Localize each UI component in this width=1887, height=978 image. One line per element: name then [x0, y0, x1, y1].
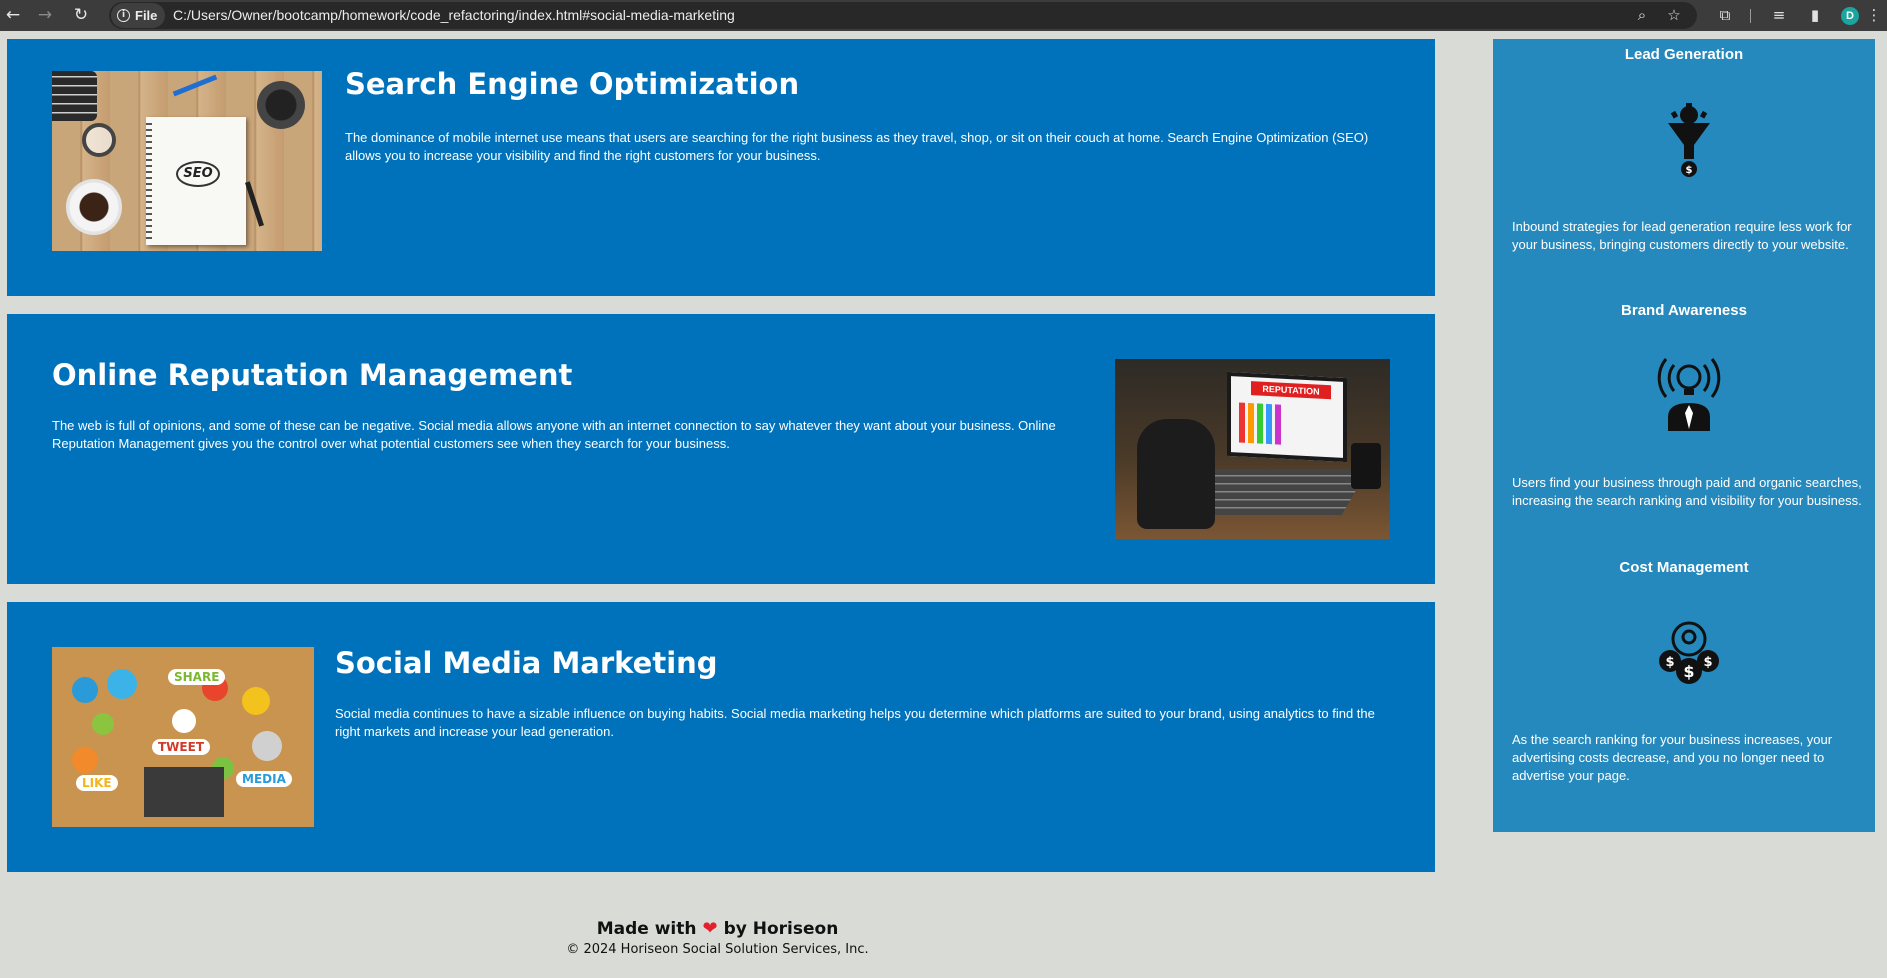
- section-title: Search Engine Optimization: [345, 67, 800, 101]
- site-info-label: File: [135, 8, 158, 23]
- zoom-icon[interactable]: ⌕: [1632, 5, 1652, 25]
- forward-arrow-icon[interactable]: →: [34, 4, 56, 26]
- cloud-dot-graphic: [107, 669, 137, 699]
- url-text[interactable]: C:/Users/Owner/bootcamp/homework/code_re…: [173, 7, 735, 23]
- benefit-title: Brand Awareness: [1621, 302, 1747, 319]
- pen-graphic: [172, 74, 218, 97]
- section-text: The dominance of mobile internet use mea…: [345, 130, 1369, 163]
- benefit-text: Users find your business through paid an…: [1512, 475, 1862, 508]
- tweet-bubble-label: TWEET: [152, 739, 211, 755]
- social-media-image: SHARE TWEET LIKE MEDIA: [52, 647, 314, 827]
- profile-avatar[interactable]: D: [1841, 7, 1859, 25]
- page-footer: Made with ❤ by Horiseon © 2024 Horiseon So…: [0, 918, 1435, 957]
- social-dot-graphic: [72, 677, 98, 703]
- cost-management-icon: $ $ $: [1659, 621, 1719, 684]
- pen-graphic: [245, 181, 264, 227]
- info-icon: i: [117, 9, 130, 22]
- media-control-icon[interactable]: ≡: [1769, 5, 1789, 25]
- site-info-chip[interactable]: i File: [111, 3, 166, 28]
- social-dot-graphic: [252, 731, 282, 761]
- heart-icon: ❤: [702, 918, 718, 939]
- benefit-text: Inbound strategies for lead generation r…: [1512, 219, 1852, 252]
- social-dot-graphic: [172, 709, 196, 733]
- section-text: The web is full of opinions, and some of…: [52, 418, 1056, 451]
- svg-text:$: $: [1665, 655, 1674, 670]
- section-text: Social media continues to have a sizable…: [335, 706, 1375, 739]
- coffee-cup-graphic: [66, 179, 122, 235]
- benefit-title: Lead Generation: [1624, 46, 1744, 63]
- media-bubble-label: MEDIA: [236, 771, 292, 787]
- notebook-graphic: SEO: [146, 117, 246, 245]
- benefits-sidebar: Lead Generation $ Inbound strategies for…: [1493, 39, 1875, 832]
- svg-text:$: $: [1686, 165, 1693, 176]
- mug-graphic: [1351, 443, 1381, 489]
- social-dot-graphic: [92, 713, 114, 735]
- bookmark-star-icon[interactable]: ☆: [1664, 5, 1684, 25]
- toolbar-divider: [1750, 9, 1751, 23]
- made-with-suffix: by Horiseon: [723, 919, 839, 939]
- reputation-image: REPUTATION: [1115, 359, 1390, 539]
- section-online-reputation-management: Online Reputation Management The web is …: [7, 314, 1435, 584]
- section-social-media-marketing: SHARE TWEET LIKE MEDIA Social Media Mark…: [7, 602, 1435, 872]
- share-bubble-label: SHARE: [168, 669, 226, 685]
- seo-image: SEO: [52, 71, 322, 251]
- side-panel-icon[interactable]: ▮: [1805, 5, 1825, 25]
- section-title: Online Reputation Management: [52, 358, 573, 392]
- seo-bubble-label: SEO: [176, 161, 220, 187]
- reload-icon[interactable]: ↻: [70, 4, 92, 26]
- section-search-engine-optimization: SEO Search Engine Optimization The domin…: [7, 39, 1435, 296]
- reputation-label: REPUTATION: [1251, 381, 1331, 400]
- extensions-icon[interactable]: ⧉: [1715, 5, 1735, 25]
- laptop-screen-graphic: REPUTATION: [1227, 371, 1347, 463]
- laptop-graphic: [144, 767, 224, 817]
- magnifier-graphic: [82, 123, 116, 157]
- brand-awareness-icon: [1657, 358, 1721, 431]
- section-title: Social Media Marketing: [335, 646, 718, 680]
- made-with-prefix: Made with: [596, 919, 697, 939]
- social-dot-graphic: [242, 687, 270, 715]
- svg-text:$: $: [1703, 655, 1712, 670]
- copyright-text: © 2024 Horiseon Social Solution Services…: [566, 942, 869, 957]
- lead-generation-icon: $: [1668, 103, 1710, 177]
- keyboard-graphic: [52, 71, 97, 121]
- browser-toolbar: ← → ↻ i File C:/Users/Owner/bootcamp/hom…: [0, 0, 1887, 31]
- benefit-text: As the search ranking for your business …: [1512, 732, 1833, 783]
- svg-text:$: $: [1683, 662, 1694, 681]
- benefit-title: Cost Management: [1619, 559, 1749, 576]
- like-bubble-label: LIKE: [76, 775, 118, 791]
- hand-graphic: [1137, 419, 1215, 529]
- bar-chart-graphic: [1239, 402, 1299, 446]
- back-arrow-icon[interactable]: ←: [2, 4, 24, 26]
- made-with-line: Made with ❤ by Horiseon: [0, 918, 1435, 939]
- pen-holder-graphic: [257, 81, 305, 129]
- menu-kebab-icon[interactable]: ⋮: [1864, 5, 1884, 25]
- social-dot-graphic: [72, 747, 98, 773]
